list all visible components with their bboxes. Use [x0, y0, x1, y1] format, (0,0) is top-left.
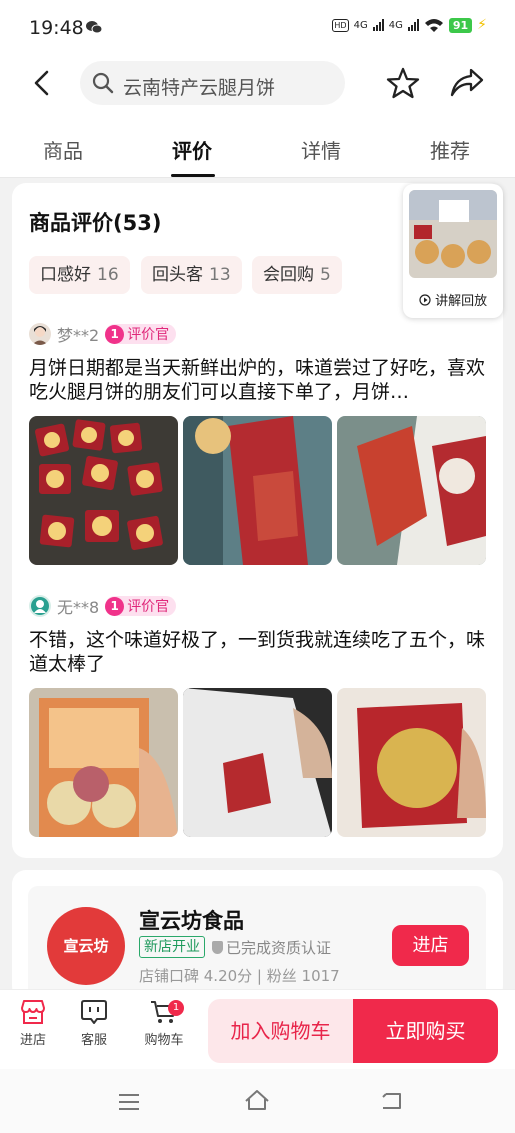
search-text: 云南特产云腿月饼: [123, 77, 276, 99]
add-to-cart-button[interactable]: 加入购物车: [208, 999, 353, 1063]
badge-text: 评价官: [127, 599, 170, 615]
live-replay-thumbnail: [409, 190, 497, 278]
cart-count-badge: 1: [168, 1000, 184, 1016]
chat-icon: [81, 1000, 107, 1024]
favorite-star-icon[interactable]: [386, 66, 420, 100]
reviews-title: 商品评价(53): [29, 211, 162, 235]
store-cert-text: 已完成资质认证: [226, 939, 332, 957]
review-text[interactable]: 月饼日期都是当天新鲜出炉的，味道尝过了好吃，喜欢吃火腿月饼的朋友们可以直接下单了…: [29, 356, 489, 404]
review-tag-label: 会回购: [263, 265, 314, 285]
status-icons: HD 4G 4G 91 ⚡: [332, 17, 487, 33]
customer-service-label: 客服: [80, 1033, 107, 1048]
tab-recommend[interactable]: 推荐: [430, 135, 470, 164]
status-time: 19:48: [29, 17, 84, 39]
top-header: 云南特产云腿月饼: [0, 56, 515, 111]
back-arrow-icon[interactable]: [30, 68, 54, 98]
wechat-icon: [86, 21, 102, 34]
live-replay-label: 讲解回放: [403, 290, 503, 309]
badge-text: 评价官: [127, 327, 170, 343]
badge-level: 1: [105, 596, 125, 616]
wifi-icon: [424, 19, 443, 32]
review-tag-label: 口感好: [40, 265, 91, 285]
cart-button[interactable]: 1 购物车: [134, 998, 194, 1048]
review-photo[interactable]: [337, 416, 486, 565]
review-tag-count: 16: [97, 265, 119, 285]
store-cert: 已完成资质认证: [212, 937, 331, 958]
review-tag[interactable]: 回头客 13: [141, 256, 242, 294]
network-4g-label: 4G: [353, 19, 368, 31]
store-icon: [21, 1000, 45, 1024]
charging-icon: ⚡: [477, 17, 487, 33]
tab-reviews[interactable]: 评价: [172, 135, 212, 164]
back-nav-icon[interactable]: [380, 1091, 404, 1111]
new-store-badge: 新店开业: [139, 936, 205, 958]
reviewer-badge: 1 评价官: [105, 596, 177, 616]
battery-icon: 91: [448, 17, 473, 33]
review-tag[interactable]: 会回购 5: [252, 256, 342, 294]
tab-bar: 商品 评价 详情 推荐: [0, 111, 515, 178]
play-circle-icon: [419, 294, 431, 306]
store-name: 宣云坊食品: [139, 909, 244, 933]
buy-now-button[interactable]: 立即购买: [353, 999, 498, 1063]
cart-label: 购物车: [144, 1033, 184, 1048]
active-tab-indicator: [171, 174, 215, 177]
avatar: [29, 595, 51, 617]
store-meta: 店铺口碑 4.20分 | 粉丝 1017: [139, 967, 340, 985]
live-replay-card[interactable]: 讲解回放: [403, 184, 503, 318]
tab-details[interactable]: 详情: [301, 135, 341, 164]
search-icon: [92, 72, 114, 94]
live-replay-text: 讲解回放: [435, 294, 488, 309]
reviewer-badge: 1 评价官: [105, 324, 177, 344]
review-username: 梦**2: [57, 326, 100, 345]
review-username: 无**8: [57, 598, 100, 617]
review-tag-count: 13: [209, 265, 231, 285]
store-nav-label: 进店: [19, 1033, 46, 1048]
tab-product[interactable]: 商品: [43, 135, 83, 164]
badge-level: 1: [105, 324, 125, 344]
customer-service-button[interactable]: 客服: [64, 998, 124, 1048]
review-text[interactable]: 不错，这个味道好极了，一到货我就连续吃了五个，味道太棒了: [29, 628, 489, 676]
review-tag-label: 回头客: [152, 265, 203, 285]
review-photo[interactable]: [183, 416, 332, 565]
review-photo[interactable]: [337, 688, 486, 837]
review-tag-count: 5: [320, 265, 331, 285]
review-tag[interactable]: 口感好 16: [29, 256, 130, 294]
store-info[interactable]: 宣云坊 宣云坊食品 新店开业 已完成资质认证 店铺口碑 4.20分 | 粉丝 1…: [28, 886, 486, 1000]
network-4g-label-2: 4G: [388, 19, 403, 31]
bottom-action-bar: 进店 客服 1 购物车 加入购物车 立即购买: [0, 989, 515, 1069]
avatar: [29, 323, 51, 345]
shield-icon: [212, 941, 223, 954]
review-photo[interactable]: [29, 688, 178, 837]
review-photo[interactable]: [29, 416, 178, 565]
store-card: 宣云坊 宣云坊食品 新店开业 已完成资质认证 店铺口碑 4.20分 | 粉丝 1…: [12, 870, 503, 1000]
signal-icon: [372, 19, 384, 31]
home-icon[interactable]: [244, 1089, 270, 1111]
menu-icon[interactable]: [118, 1093, 140, 1111]
hd-icon: HD: [332, 18, 349, 32]
system-nav-bar: [0, 1069, 515, 1133]
review-user[interactable]: 梦**2 1 评价官: [29, 322, 177, 346]
store-logo: 宣云坊: [47, 907, 125, 985]
store-nav-button[interactable]: 进店: [3, 998, 63, 1048]
review-user[interactable]: 无**8 1 评价官: [29, 594, 177, 618]
search-bar[interactable]: 云南特产云腿月饼: [80, 61, 345, 105]
review-photo[interactable]: [183, 688, 332, 837]
signal-icon-2: [407, 19, 419, 31]
enter-store-button[interactable]: 进店: [392, 925, 469, 966]
share-icon[interactable]: [449, 66, 485, 100]
status-bar: 19:48 HD 4G 4G 91 ⚡: [0, 0, 515, 56]
